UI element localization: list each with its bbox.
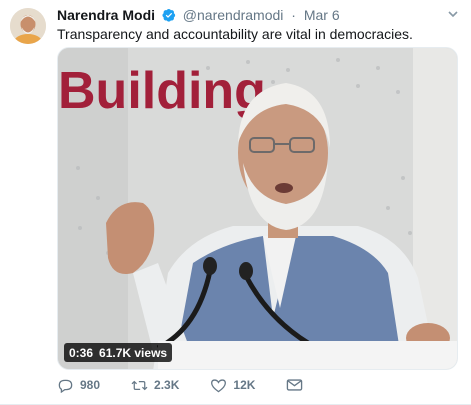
avatar-image [10,8,46,44]
author-name[interactable]: Narendra Modi [57,7,155,23]
tweet-actions: 980 2.3K 12K [57,376,334,394]
direct-message-button[interactable] [286,378,303,392]
like-count: 12K [233,378,256,392]
reply-count: 980 [80,378,101,392]
like-button[interactable]: 12K [210,378,255,393]
video-player[interactable]: Building 0:36 61.7K views [57,47,458,370]
retweet-count: 2.3K [154,378,180,392]
author-handle[interactable]: @narendramodi [183,7,284,23]
tweet-timestamp[interactable]: Mar 6 [304,7,340,23]
tweet-header: Narendra Modi @narendramodi · Mar 6 [57,7,340,23]
background-sign-text: Building [58,62,266,120]
retweet-icon [131,380,148,390]
tweet: Narendra Modi @narendramodi · Mar 6 Tran… [0,0,471,405]
reply-icon [58,379,73,393]
direct-message-icon [287,379,303,391]
video-duration: 0:36 [69,345,94,360]
chevron-down-icon[interactable] [447,8,459,20]
reply-button[interactable]: 980 [57,378,100,393]
video-frame: Building [58,48,457,369]
author-avatar[interactable] [10,8,46,44]
tweet-text: Transparency and accountability are vita… [57,26,413,42]
retweet-button[interactable]: 2.3K [131,378,179,393]
verified-badge-icon [162,8,176,22]
video-stats-overlay: 0:36 61.7K views [64,343,173,362]
video-views: 61.7K views [99,345,168,360]
like-icon [211,378,227,392]
separator-dot: · [291,7,296,23]
